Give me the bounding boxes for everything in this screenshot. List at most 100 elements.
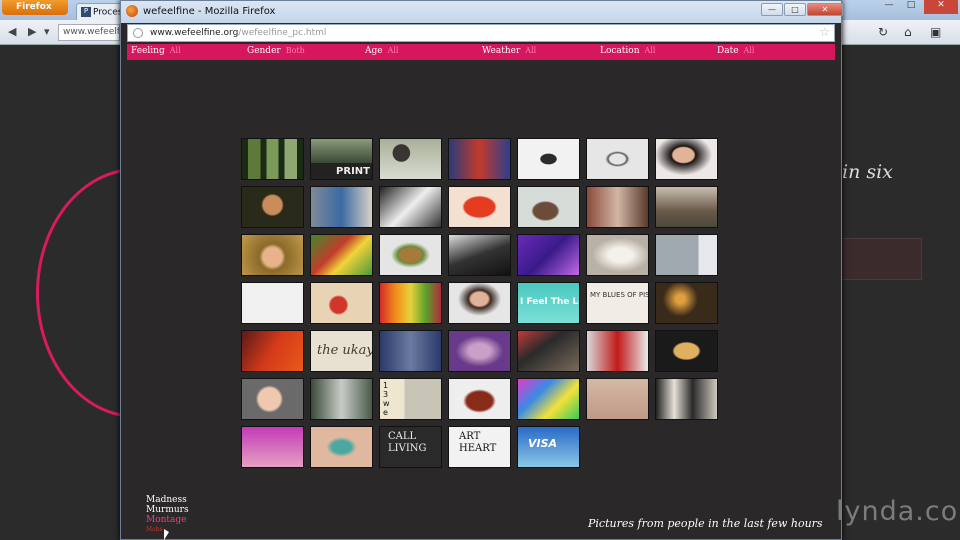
photo-thumbnail[interactable]: CALL LIVING xyxy=(379,426,442,468)
photo-thumbnail[interactable]: VISA xyxy=(517,426,580,468)
mode-murmurs[interactable]: Murmurs xyxy=(146,505,189,515)
photo-thumbnail[interactable] xyxy=(241,378,304,420)
globe-icon xyxy=(133,28,143,38)
popup-titlebar: wefeelfine - Mozilla Firefox xyxy=(121,1,841,23)
filter-age-label: Age xyxy=(365,46,383,56)
photo-thumbnail[interactable]: 13 wee xyxy=(379,378,442,420)
filter-age-value: All xyxy=(387,46,399,55)
filter-date-label: Date xyxy=(717,46,739,56)
popup-minimize-button[interactable]: — xyxy=(761,3,783,16)
photo-thumbnail[interactable] xyxy=(241,282,304,324)
photo-thumbnail[interactable] xyxy=(241,330,304,372)
filter-location[interactable]: Location All xyxy=(600,46,655,56)
filter-feeling-label: Feeling xyxy=(131,46,165,56)
photo-thumbnail[interactable] xyxy=(586,330,649,372)
photo-thumbnail[interactable]: ART HEART xyxy=(448,426,511,468)
bookmark-star-icon[interactable]: ☆ xyxy=(819,25,830,39)
photo-thumbnail[interactable] xyxy=(310,426,373,468)
photo-thumbnail[interactable] xyxy=(448,378,511,420)
filter-feeling[interactable]: Feeling All xyxy=(131,46,181,56)
filter-weather-label: Weather xyxy=(482,46,521,56)
photo-thumbnail[interactable] xyxy=(517,234,580,276)
photo-thumbnail[interactable] xyxy=(241,426,304,468)
url-path: /wefeelfine_pc.html xyxy=(238,28,327,38)
tab-favicon-icon: P xyxy=(81,7,91,17)
photo-thumbnail[interactable] xyxy=(241,186,304,228)
thumbnail-caption: CALL LIVING xyxy=(388,431,427,454)
filter-gender[interactable]: Gender Both xyxy=(247,46,305,56)
firefox-logo-icon xyxy=(126,5,138,17)
thumbnail-caption: ART HEART xyxy=(459,431,497,454)
photo-thumbnail[interactable]: MY BLUES OF PIS xyxy=(586,282,649,324)
filter-date[interactable]: Date All xyxy=(717,46,754,56)
bookmarks-icon[interactable]: ▣ xyxy=(930,25,941,39)
mouse-cursor-icon xyxy=(164,529,169,540)
filter-weather[interactable]: Weather All xyxy=(482,46,536,56)
filter-location-value: All xyxy=(644,46,656,55)
photo-thumbnail[interactable] xyxy=(310,186,373,228)
reload-icon[interactable]: ↻ xyxy=(878,25,888,39)
watermark-logo: lynda.com xyxy=(836,496,960,527)
photo-thumbnail[interactable] xyxy=(586,378,649,420)
firefox-menu-button[interactable]: Firefox xyxy=(2,0,68,15)
photo-thumbnail[interactable]: the ukay xyxy=(310,330,373,372)
photo-thumbnail[interactable] xyxy=(448,234,511,276)
photo-thumbnail[interactable] xyxy=(517,186,580,228)
photo-thumbnail[interactable] xyxy=(310,234,373,276)
photo-thumbnail[interactable] xyxy=(379,330,442,372)
photo-thumbnail[interactable] xyxy=(517,330,580,372)
close-icon[interactable]: ✕ xyxy=(924,0,958,14)
photo-thumbnail[interactable] xyxy=(586,138,649,180)
popup-maximize-button[interactable]: □ xyxy=(784,3,806,16)
filter-gender-label: Gender xyxy=(247,46,281,56)
photo-thumbnail[interactable] xyxy=(655,234,718,276)
photo-thumbnail[interactable] xyxy=(655,378,718,420)
back-icon[interactable]: ◀ xyxy=(8,25,16,38)
background-url-field[interactable]: www.wefeelfir xyxy=(58,24,120,41)
photo-thumbnail[interactable] xyxy=(379,186,442,228)
filter-age[interactable]: Age All xyxy=(365,46,399,56)
photo-thumbnail[interactable] xyxy=(586,186,649,228)
photo-thumbnail[interactable] xyxy=(310,378,373,420)
thumbnail-caption: VISA xyxy=(528,437,558,450)
background-heading-fragment: in six xyxy=(842,161,893,183)
filter-date-value: All xyxy=(743,46,755,55)
forward-icon[interactable]: ▶ xyxy=(28,25,36,38)
photo-thumbnail[interactable] xyxy=(310,282,373,324)
photo-thumbnail[interactable] xyxy=(241,234,304,276)
filter-location-label: Location xyxy=(600,46,640,56)
thumbnail-caption: MY BLUES OF PIS xyxy=(590,291,649,299)
popup-window: wefeelfine - Mozilla Firefox — □ ✕ www.w… xyxy=(120,0,843,540)
background-tab[interactable]: P Proces xyxy=(76,3,124,20)
photo-thumbnail[interactable]: PRINT xyxy=(310,138,373,180)
photo-thumbnail[interactable] xyxy=(379,138,442,180)
photo-thumbnail[interactable] xyxy=(448,138,511,180)
mode-montage[interactable]: Montage xyxy=(146,515,189,525)
photo-thumbnail[interactable] xyxy=(655,330,718,372)
photo-thumbnail[interactable] xyxy=(379,282,442,324)
maximize-icon[interactable]: □ xyxy=(902,0,920,10)
mode-madness[interactable]: Madness xyxy=(146,495,189,505)
photo-thumbnail[interactable] xyxy=(655,138,718,180)
photo-thumbnail[interactable] xyxy=(448,330,511,372)
photo-thumbnail[interactable] xyxy=(448,282,511,324)
photo-thumbnail[interactable] xyxy=(517,378,580,420)
minimize-icon[interactable]: — xyxy=(880,0,898,10)
photo-thumbnail[interactable] xyxy=(586,234,649,276)
photo-thumbnail[interactable] xyxy=(655,282,718,324)
photo-thumbnail[interactable] xyxy=(517,138,580,180)
popup-close-button[interactable]: ✕ xyxy=(807,3,843,16)
photo-thumbnail[interactable]: I Feel The Love xyxy=(517,282,580,324)
photo-thumbnail[interactable] xyxy=(448,186,511,228)
thumbnail-caption: PRINT xyxy=(336,166,370,177)
background-tab-label: Proces xyxy=(93,7,123,18)
thumbnail-caption: 13 wee xyxy=(383,381,390,419)
filter-menubar: Feeling All Gender Both Age All Weather All … xyxy=(127,44,835,60)
dropdown-arrow-icon[interactable]: ▾ xyxy=(44,25,50,38)
home-icon[interactable]: ⌂ xyxy=(904,25,912,39)
photo-thumbnail[interactable] xyxy=(379,234,442,276)
photo-thumbnail[interactable] xyxy=(241,138,304,180)
montage-caption: Pictures from people in the last few hou… xyxy=(588,517,823,530)
photo-thumbnail[interactable] xyxy=(655,186,718,228)
popup-url-field[interactable]: www.wefeelfine.org/wefeelfine_pc.html ☆ xyxy=(127,24,835,42)
